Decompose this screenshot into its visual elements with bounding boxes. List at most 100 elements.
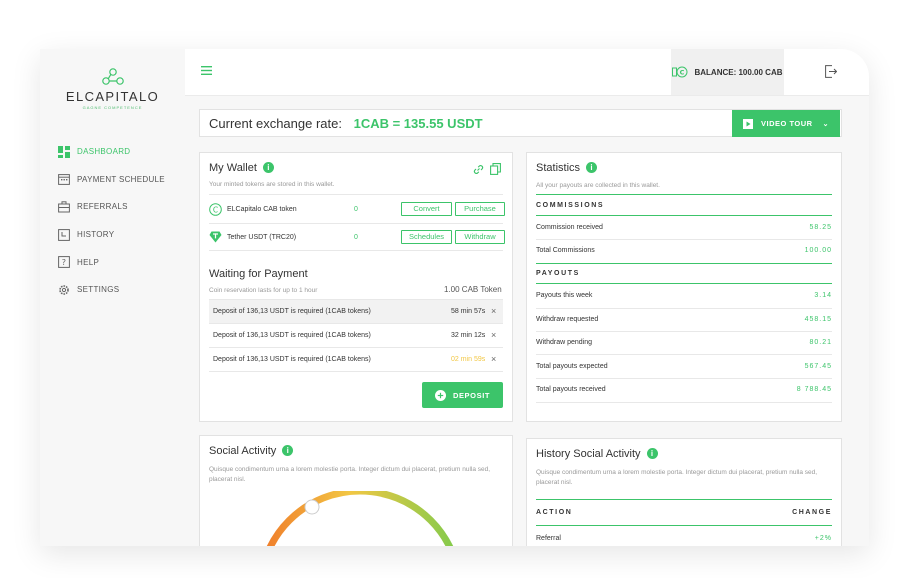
stat-value: 3.14 xyxy=(814,292,832,299)
purchase-button[interactable]: Purchase xyxy=(455,202,505,216)
tether-icon xyxy=(209,231,222,243)
close-icon[interactable]: × xyxy=(491,306,496,316)
token-amount: 0 xyxy=(354,206,358,213)
sidebar-item-dashboard[interactable]: DASHBOARD xyxy=(58,138,165,166)
stat-value: 8 788.45 xyxy=(796,386,832,393)
info-icon[interactable]: i xyxy=(646,448,658,459)
sidebar-item-help[interactable]: ? HELP xyxy=(58,248,165,276)
deposit-label: DEPOSIT xyxy=(452,390,491,400)
statistics-card: Statistics i All your payouts are collect… xyxy=(526,152,842,422)
coin-stack-icon: C xyxy=(672,66,688,78)
app-window: ELCAPITALO GAGNE COMPETENCE DASHBOARD PA… xyxy=(40,49,869,546)
history-action: Referral xyxy=(536,535,561,542)
social-title: Social Activity xyxy=(209,445,277,457)
withdraw-button[interactable]: Withdraw xyxy=(455,230,505,244)
waiting-subtitle: Coin reservation lasts for up to 1 hour xyxy=(209,287,318,294)
token-amount: 0 xyxy=(354,234,358,241)
exchange-rate-label: Current exchange rate: xyxy=(209,116,342,131)
copy-icon[interactable] xyxy=(490,163,501,175)
briefcase-icon xyxy=(58,201,70,213)
top-bar: C BALANCE: 100.00 CAB xyxy=(185,49,869,96)
token-name: Tether USDT (TRC20) xyxy=(227,234,297,241)
plus-circle-icon xyxy=(434,389,446,401)
action-column-header: ACTION xyxy=(536,509,573,516)
pending-text: Deposit of 136,13 USDT is required (1CAB… xyxy=(213,356,371,363)
wallet-subtitle: Your minted tokens are stored in this wa… xyxy=(209,181,335,188)
sidebar-item-payment-schedule[interactable]: PAYMENT SCHEDULE xyxy=(58,166,165,194)
sidebar-item-label: HELP xyxy=(77,257,100,267)
brand-tagline: GAGNE COMPETENCE xyxy=(82,105,143,110)
main-content: C BALANCE: 100.00 CAB Current exchange r… xyxy=(185,49,869,546)
history-social-text: Quisque condimentum urna a lorem molesti… xyxy=(536,469,818,486)
logout-icon[interactable] xyxy=(825,65,837,78)
sidebar-item-label: DASHBOARD xyxy=(77,147,131,157)
stat-label: Payouts this week xyxy=(536,292,593,299)
history-icon xyxy=(58,228,70,241)
pending-row: Deposit of 136,13 USDT is required (1CAB… xyxy=(209,300,503,323)
svg-text:?: ? xyxy=(62,258,67,267)
balance-display: C BALANCE: 100.00 CAB xyxy=(671,49,784,95)
commissions-header: COMMISSIONS xyxy=(536,202,605,209)
menu-icon[interactable] xyxy=(201,66,212,75)
svg-text:C: C xyxy=(680,69,685,77)
waiting-amount: 1.00 CAB Token xyxy=(444,285,502,294)
sidebar-item-settings[interactable]: SETTINGS xyxy=(58,276,165,304)
exchange-rate-value: 1CAB = 135.55 USDT xyxy=(353,116,483,131)
chevron-down-icon: ⌄ xyxy=(822,120,829,128)
sidebar-item-label: SETTINGS xyxy=(77,285,120,295)
pending-timer: 32 min 12s xyxy=(451,332,486,339)
brand-logo[interactable]: ELCAPITALO GAGNE COMPETENCE xyxy=(40,67,185,110)
history-social-card: History Social Activity i Quisque condime… xyxy=(526,438,842,546)
sidebar: ELCAPITALO GAGNE COMPETENCE DASHBOARD PA… xyxy=(40,49,185,546)
stat-label: Total payouts received xyxy=(536,386,606,393)
stat-label: Total payouts expected xyxy=(536,363,608,370)
sidebar-item-referrals[interactable]: REFERRALS xyxy=(58,193,165,221)
close-icon[interactable]: × xyxy=(491,330,496,340)
statistics-subtitle: All your payouts are collected in this w… xyxy=(536,182,660,189)
stat-value: 567.45 xyxy=(804,363,832,370)
video-tour-label: VIDEO TOUR xyxy=(761,119,813,128)
deposit-button[interactable]: DEPOSIT xyxy=(422,382,503,408)
info-icon[interactable]: i xyxy=(282,445,294,456)
social-activity-card: Social Activity i Quisque condimentum urn… xyxy=(199,435,513,546)
schedules-button[interactable]: Schedules xyxy=(401,230,452,244)
video-tour-button[interactable]: VIDEO TOUR ⌄ xyxy=(732,110,840,137)
grid-icon xyxy=(58,145,70,158)
social-text: Quisque condimentum urna a lorem molesti… xyxy=(209,466,491,483)
pending-timer: 02 min 59s xyxy=(451,356,486,363)
sidebar-item-history[interactable]: HISTORY xyxy=(58,221,165,249)
info-icon[interactable]: i xyxy=(262,162,274,173)
info-icon[interactable]: i xyxy=(586,162,598,173)
wallet-title: My Wallet xyxy=(209,162,257,174)
calendar-icon xyxy=(58,174,70,186)
cab-token-icon: C xyxy=(209,203,222,216)
wallet-card: My Wallet i Your minted tokens are stored… xyxy=(199,152,513,422)
help-icon: ? xyxy=(58,256,70,269)
stat-label: Total Commissions xyxy=(536,247,595,254)
gauge-handle[interactable] xyxy=(304,499,320,515)
stat-label: Withdraw pending xyxy=(536,339,593,346)
payouts-header: PAYOUTS xyxy=(536,270,580,277)
change-column-header: CHANGE xyxy=(792,509,832,516)
stat-value: 100.00 xyxy=(804,247,832,254)
gear-icon xyxy=(59,284,69,295)
link-icon[interactable] xyxy=(473,164,484,175)
convert-button[interactable]: Convert xyxy=(401,202,452,216)
stat-value: 80.21 xyxy=(809,339,832,346)
stat-label: Withdraw requested xyxy=(536,316,599,323)
history-change: +2% xyxy=(814,535,832,542)
logo-icon xyxy=(101,68,124,85)
pending-timer: 58 min 57s xyxy=(451,308,486,315)
pending-text: Deposit of 136,13 USDT is required (1CAB… xyxy=(213,332,371,339)
waiting-title: Waiting for Payment xyxy=(209,268,308,280)
activity-gauge xyxy=(266,491,454,546)
close-icon[interactable]: × xyxy=(491,354,496,364)
sidebar-item-label: PAYMENT SCHEDULE xyxy=(77,174,165,184)
play-icon xyxy=(743,118,754,129)
history-social-title: History Social Activity xyxy=(536,448,641,460)
balance-text: BALANCE: 100.00 CAB xyxy=(694,67,783,77)
sidebar-item-label: HISTORY xyxy=(77,230,115,240)
brand-name: ELCAPITALO xyxy=(65,89,160,104)
stat-value: 458.15 xyxy=(804,316,832,323)
pending-row: Deposit of 136,13 USDT is required (1CAB… xyxy=(209,348,503,371)
